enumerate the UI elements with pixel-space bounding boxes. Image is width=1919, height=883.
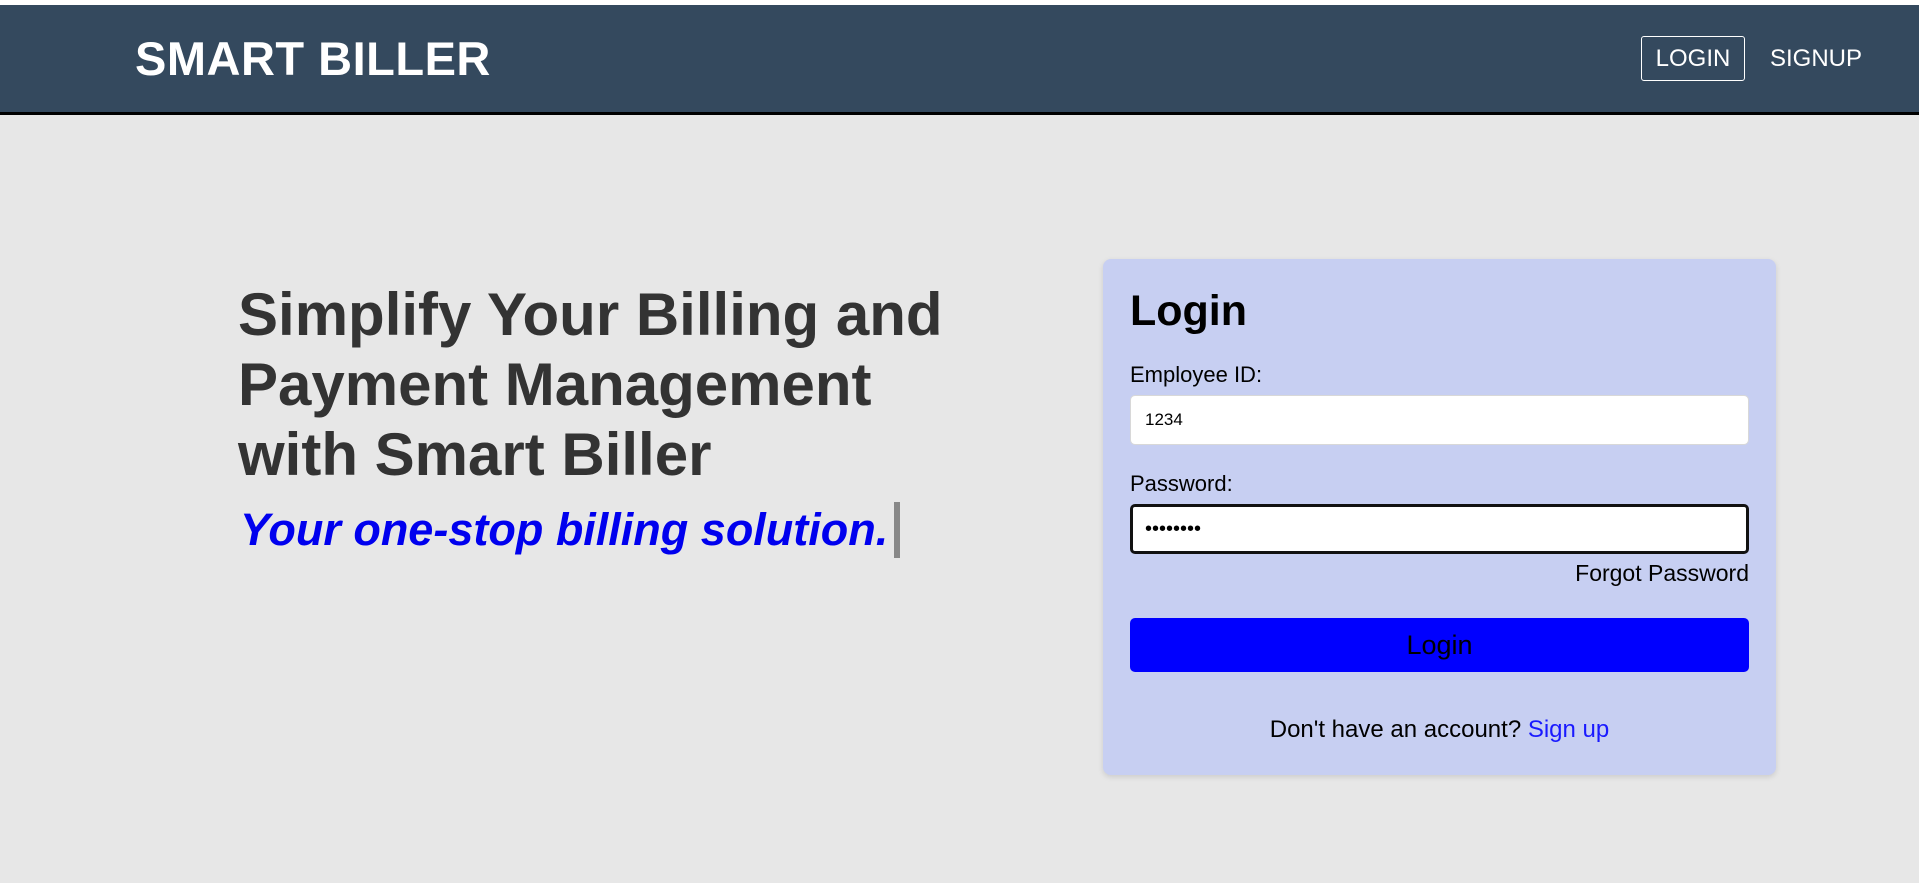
brand-logo[interactable]: SMART BILLER (135, 31, 491, 87)
employee-id-label: Employee ID: (1130, 362, 1263, 387)
navbar: SMART BILLER LOGIN SIGNUP (0, 5, 1919, 115)
nav-signup-link[interactable]: SIGNUP (1770, 36, 1862, 81)
signup-link[interactable]: Sign up (1528, 716, 1609, 743)
signup-prompt-text: Don't have an account? (1269, 716, 1522, 743)
forgot-password-link[interactable]: Forgot Password (1575, 560, 1749, 587)
nav-login-button[interactable]: LOGIN (1641, 36, 1745, 81)
login-submit-button[interactable]: Login (1130, 618, 1749, 672)
hero-title: Simplify Your Billing and Payment Manage… (238, 281, 943, 488)
login-card: Login Employee ID: Password: Forgot Pass… (1103, 259, 1776, 775)
login-title: Login (1130, 287, 1248, 335)
employee-id-input[interactable] (1130, 395, 1749, 445)
typing-cursor (894, 502, 901, 558)
signup-prompt-row: Don't have an account? Sign up (1103, 716, 1776, 744)
hero-tagline-text: Your one-stop billing solution. (240, 504, 889, 555)
hero-tagline: Your one-stop billing solution. (240, 502, 901, 558)
password-label: Password: (1130, 471, 1233, 496)
password-input[interactable] (1130, 504, 1749, 554)
